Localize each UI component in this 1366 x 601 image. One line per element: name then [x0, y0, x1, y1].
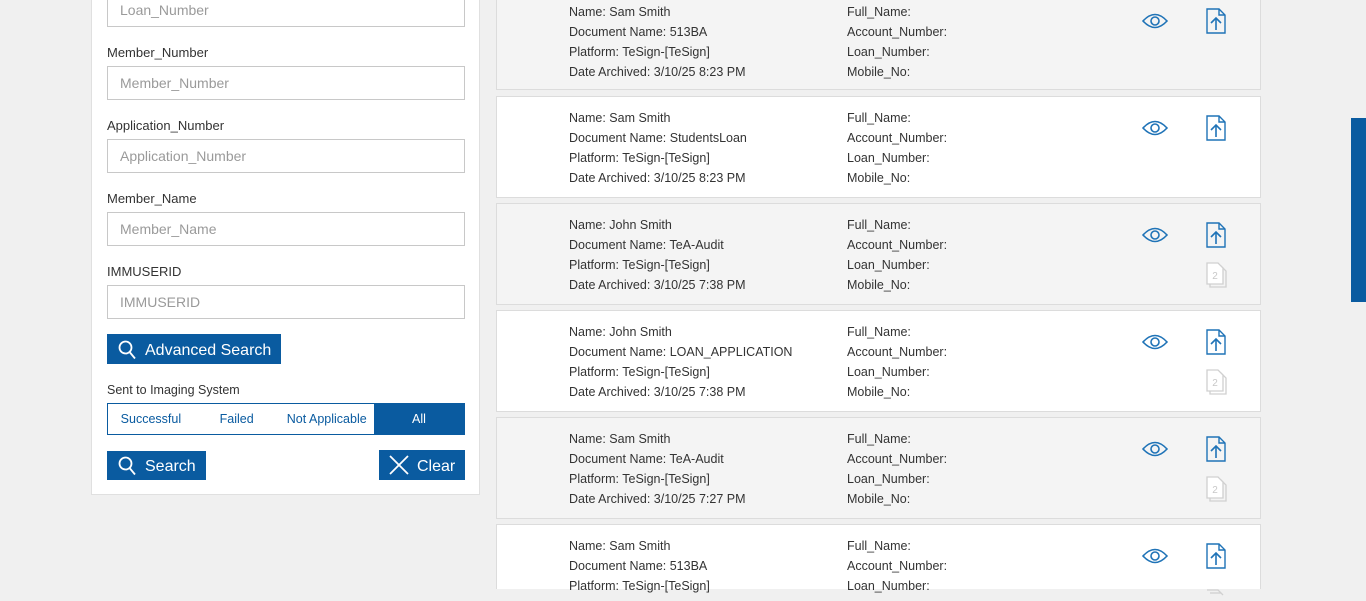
result-loan-number: Loan_Number: [847, 258, 930, 272]
result-platform: Platform: TeSign-[TeSign] [569, 151, 710, 165]
advanced-search-button[interactable]: Advanced Search [107, 334, 281, 364]
svg-text:2: 2 [1212, 271, 1218, 282]
svg-text:2: 2 [1212, 485, 1218, 496]
filter-successful[interactable]: Successful [108, 404, 194, 434]
result-document-name: Document Name: 513BA [569, 559, 708, 573]
result-document-name: Document Name: LOAN_APPLICATION [569, 345, 793, 359]
result-loan-number: Loan_Number: [847, 45, 930, 59]
member-name-label: Member_Name [107, 191, 197, 206]
result-date-archived: Date Archived: 3/10/25 8:23 PM [569, 171, 746, 185]
result-mobile-no: Mobile_No: [847, 385, 911, 399]
view-eye-icon[interactable] [1141, 226, 1169, 249]
result-name: Name: Sam Smith [569, 111, 671, 125]
filter-failed[interactable]: Failed [194, 404, 280, 434]
clear-label: Clear [417, 457, 456, 475]
search-icon [118, 340, 136, 360]
result-document-name: Document Name: 513BA [569, 25, 708, 39]
result-name: Name: Sam Smith [569, 432, 671, 446]
clear-button[interactable]: Clear [379, 450, 465, 480]
result-full-name: Full_Name: [847, 5, 911, 19]
result-name: Name: Sam Smith [569, 5, 671, 19]
result-mobile-no: Mobile_No: [847, 65, 911, 79]
upload-document-icon[interactable] [1206, 222, 1226, 253]
result-platform: Platform: TeSign-[TeSign] [569, 579, 710, 593]
search-label: Search [145, 458, 196, 475]
filter-not-applicable[interactable]: Not Applicable [280, 404, 374, 434]
result-full-name: Full_Name: [847, 432, 911, 446]
side-drawer-tab[interactable] [1351, 118, 1366, 302]
result-account-number: Account_Number: [847, 452, 948, 466]
result-account-number: Account_Number: [847, 345, 948, 359]
result-account-number: Account_Number: [847, 238, 948, 252]
result-card: Name: Sam Smith Document Name: 513BA Pla… [496, 524, 1261, 596]
result-full-name: Full_Name: [847, 539, 911, 553]
result-name: Name: John Smith [569, 218, 672, 232]
result-loan-number: Loan_Number: [847, 472, 930, 486]
result-mobile-no: Mobile_No: [847, 171, 911, 185]
view-eye-icon[interactable] [1141, 119, 1169, 142]
result-document-name: Document Name: TeA-Audit [569, 238, 724, 252]
member-name-input[interactable] [107, 212, 465, 246]
result-date-archived: Date Archived: 3/10/25 8:23 PM [569, 65, 746, 79]
result-account-number: Account_Number: [847, 131, 948, 145]
imaging-system-label: Sent to Imaging System [107, 383, 240, 397]
result-card: Name: Sam Smith Document Name: StudentsL… [496, 96, 1261, 198]
search-icon [118, 456, 136, 476]
application-number-input[interactable] [107, 139, 465, 173]
upload-document-icon[interactable] [1206, 115, 1226, 146]
result-mobile-no: Mobile_No: [847, 278, 911, 292]
result-card: Name: Sam Smith Document Name: 513BA Pla… [496, 0, 1261, 90]
result-loan-number: Loan_Number: [847, 151, 930, 165]
search-button[interactable]: Search [107, 451, 206, 480]
result-date-archived: Date Archived: 3/10/25 7:38 PM [569, 385, 746, 399]
result-document-name: Document Name: TeA-Audit [569, 452, 724, 466]
loan-number-input[interactable] [107, 0, 465, 27]
result-loan-number: Loan_Number: [847, 365, 930, 379]
result-card: Name: John Smith Document Name: LOAN_APP… [496, 310, 1261, 412]
result-full-name: Full_Name: [847, 325, 911, 339]
result-platform: Platform: TeSign-[TeSign] [569, 365, 710, 379]
result-platform: Platform: TeSign-[TeSign] [569, 472, 710, 486]
result-card: Name: Sam Smith Document Name: TeA-Audit… [496, 417, 1261, 519]
application-number-label: Application_Number [107, 118, 225, 133]
imaging-status-filter: Successful Failed Not Applicable All [107, 403, 465, 435]
result-full-name: Full_Name: [847, 218, 911, 232]
view-eye-icon[interactable] [1141, 547, 1169, 570]
imaging-copy-icon: 2 [1206, 476, 1228, 507]
result-platform: Platform: TeSign-[TeSign] [569, 45, 710, 59]
result-date-archived: Date Archived: 3/10/25 7:27 PM [569, 492, 746, 506]
view-eye-icon[interactable] [1141, 440, 1169, 463]
member-number-input[interactable] [107, 66, 465, 100]
view-eye-icon[interactable] [1141, 333, 1169, 356]
result-document-name: Document Name: StudentsLoan [569, 131, 747, 145]
advanced-search-label: Advanced Search [145, 342, 272, 359]
imaging-copy-icon: 2 [1206, 262, 1228, 293]
result-account-number: Account_Number: [847, 559, 948, 573]
imaging-copy-icon [1206, 583, 1228, 601]
result-card: Name: John Smith Document Name: TeA-Audi… [496, 203, 1261, 305]
filter-all[interactable]: All [373, 404, 464, 434]
result-platform: Platform: TeSign-[TeSign] [569, 258, 710, 272]
result-name: Name: Sam Smith [569, 539, 671, 553]
imaging-copy-icon: 2 [1206, 369, 1228, 400]
immuserid-input[interactable] [107, 285, 465, 319]
result-date-archived: Date Archived: 3/10/25 7:38 PM [569, 278, 746, 292]
svg-text:2: 2 [1212, 378, 1218, 389]
result-account-number: Account_Number: [847, 25, 948, 39]
result-name: Name: John Smith [569, 325, 672, 339]
upload-document-icon[interactable] [1206, 543, 1226, 574]
member-number-label: Member_Number [107, 45, 209, 60]
result-full-name: Full_Name: [847, 111, 911, 125]
immuserid-label: IMMUSERID [107, 264, 182, 279]
upload-document-icon[interactable] [1206, 436, 1226, 467]
upload-document-icon[interactable] [1206, 8, 1226, 39]
view-eye-icon[interactable] [1141, 12, 1169, 35]
result-loan-number: Loan_Number: [847, 579, 930, 593]
close-icon [389, 455, 409, 475]
result-mobile-no: Mobile_No: [847, 492, 911, 506]
upload-document-icon[interactable] [1206, 329, 1226, 360]
